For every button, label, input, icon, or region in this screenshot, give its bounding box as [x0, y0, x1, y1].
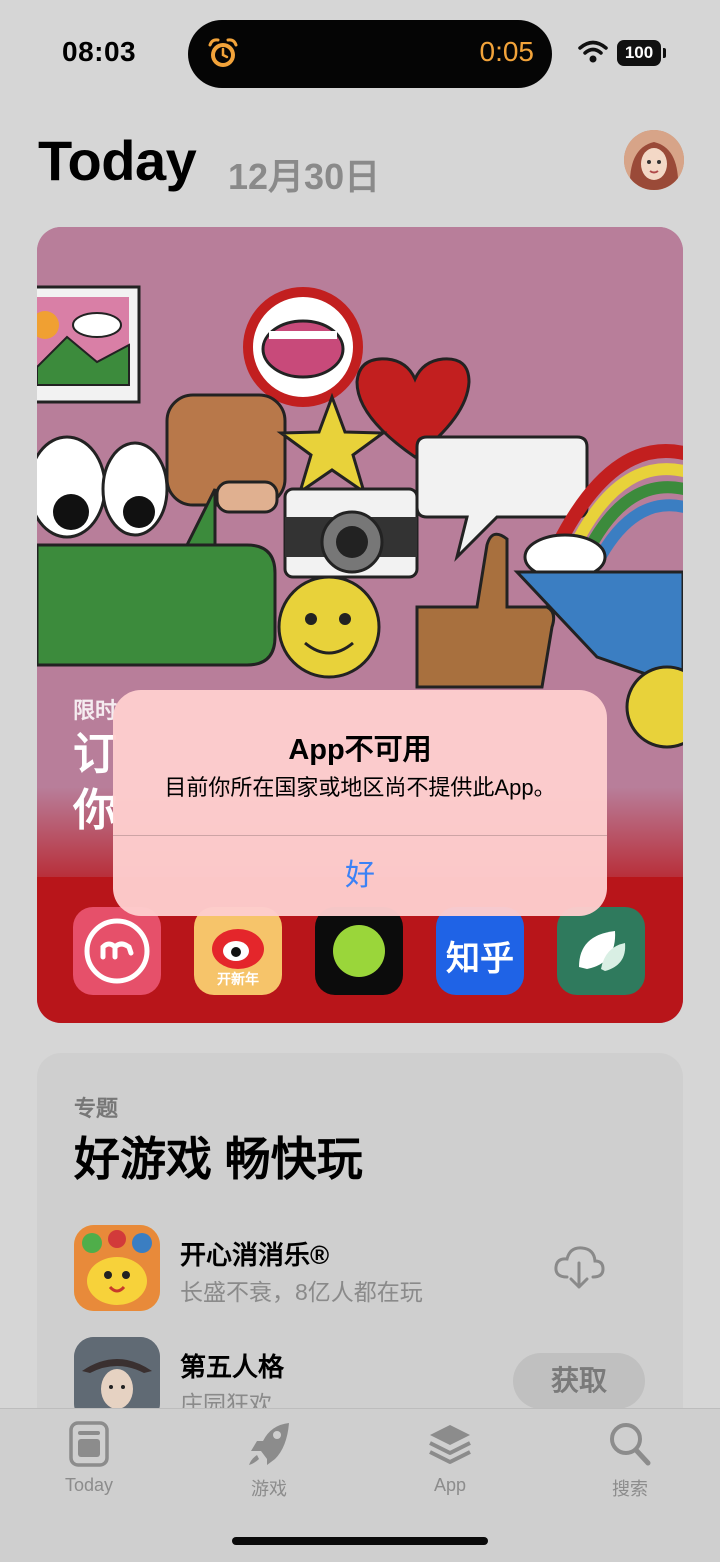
feature-label: 限时 — [73, 698, 118, 723]
game-icon-xiaoxiaole[interactable] — [74, 1225, 160, 1311]
alarm-icon — [208, 38, 238, 67]
tab-search[interactable]: 搜索 — [570, 1409, 690, 1519]
green-dot-app-icon[interactable] — [315, 907, 403, 995]
collection-kicker: 专题 — [74, 1096, 119, 1121]
leaf-app-icon[interactable] — [557, 907, 645, 995]
tab-label: 游戏 — [251, 1479, 287, 1499]
meitu-app-icon[interactable] — [73, 907, 161, 995]
avatar-image — [624, 130, 684, 190]
tab-label: Today — [64, 1475, 114, 1495]
status-time: 08:03 — [62, 36, 137, 67]
tab-games[interactable]: 游戏 — [209, 1409, 329, 1519]
alert-message: 目前你所在国家或地区尚不提供此App。 — [164, 775, 556, 800]
tab-app[interactable]: App — [390, 1409, 510, 1519]
get-button[interactable]: 获取 — [513, 1353, 645, 1409]
timer-readout: 0:05 — [479, 36, 535, 67]
search-icon — [610, 1423, 651, 1466]
alert-title: App不可用 — [288, 734, 432, 766]
home-indicator[interactable] — [232, 1537, 488, 1545]
tab-today[interactable]: Today — [29, 1409, 149, 1519]
collection-title: 好游戏 畅快玩 — [74, 1133, 363, 1185]
alert-dialog: App不可用 目前你所在国家或地区尚不提供此App。 好 — [113, 690, 607, 916]
tab-label: 搜索 — [612, 1479, 648, 1499]
cloud-download-icon[interactable] — [553, 1243, 605, 1291]
rocket-icon — [249, 1423, 289, 1465]
weibo-label: 开新年 — [217, 971, 259, 987]
app-stack-icon — [429, 1425, 471, 1464]
game-name: 第五人格 — [180, 1352, 285, 1382]
zhihu-app-icon[interactable]: 知乎 — [436, 907, 524, 995]
alert-ok-button[interactable]: 好 — [113, 836, 607, 916]
account-avatar[interactable] — [624, 130, 684, 190]
today-icon — [69, 1421, 109, 1467]
game-subtitle: 长盛不衰，8亿人都在玩 — [180, 1279, 423, 1305]
zhihu-label: 知乎 — [446, 940, 514, 978]
dynamic-island[interactable]: 0:05 — [188, 20, 552, 88]
battery-indicator: 100 — [617, 40, 666, 66]
page-title: Today — [38, 129, 197, 192]
game-name: 开心消消乐® — [180, 1240, 330, 1270]
collection-card[interactable]: 专题 好游戏 畅快玩 开心消消乐® 长盛不衰，8亿人都在玩 第五人格 庄园狂欢 … — [37, 1053, 683, 1453]
wifi-icon — [578, 40, 608, 63]
tab-label: App — [433, 1475, 467, 1495]
page-date: 12月30日 — [228, 156, 381, 197]
weibo-app-icon[interactable]: 开新年 — [194, 907, 282, 995]
